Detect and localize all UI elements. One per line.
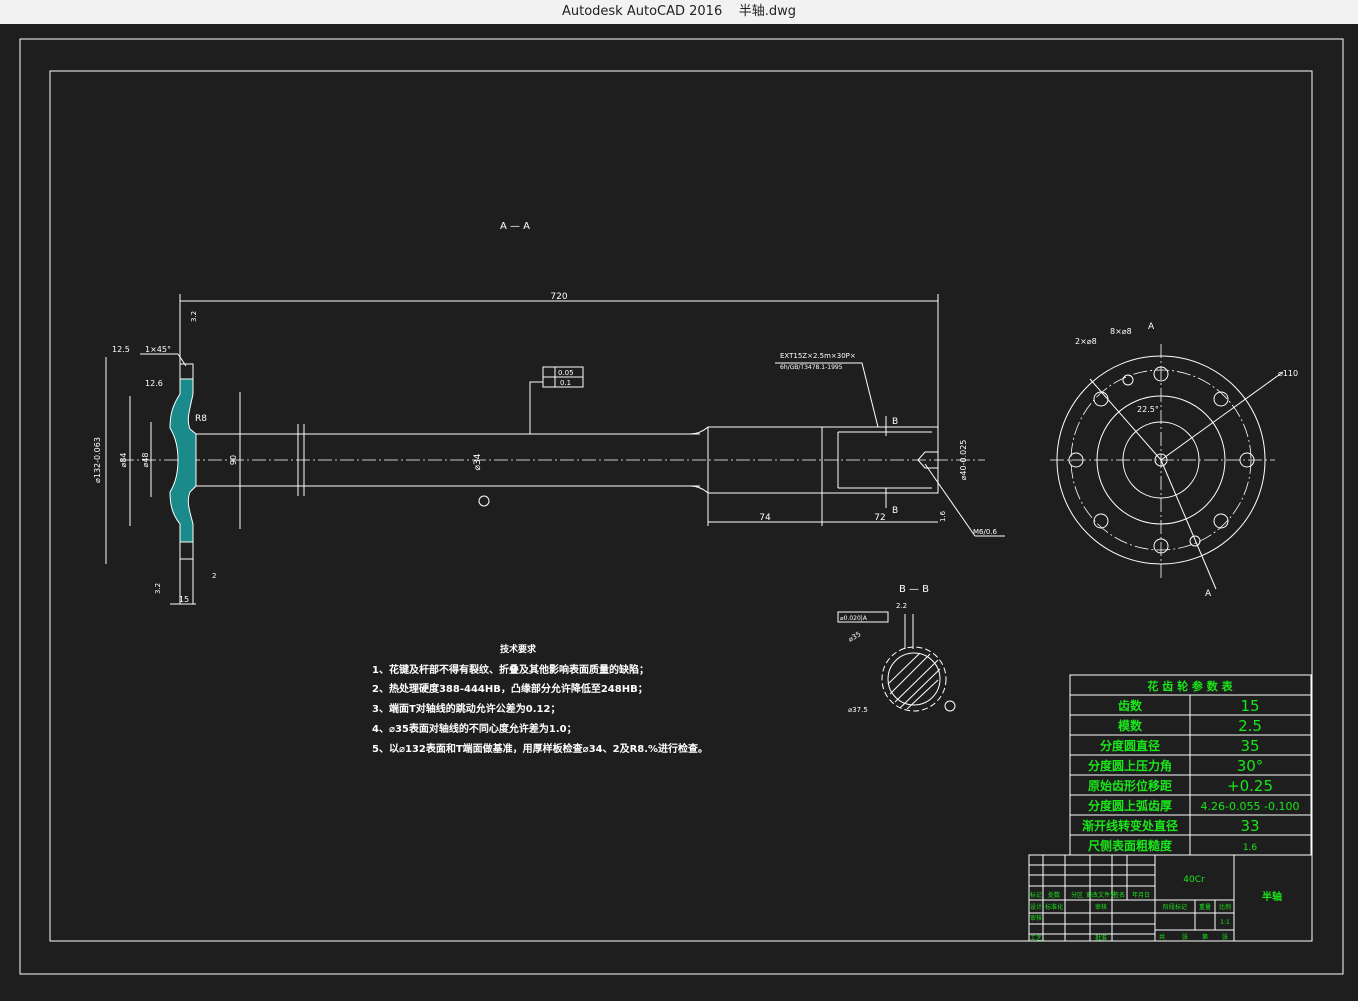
- shaft-main-view: [120, 363, 985, 604]
- row-value: 1.6: [1243, 843, 1258, 853]
- dim-angle: 22.5°: [1137, 405, 1159, 414]
- dim-d34: ⌀34: [473, 453, 483, 470]
- dim-720: 720: [550, 292, 567, 302]
- tb-label: 张: [1222, 933, 1228, 941]
- window-titlebar: Autodesk AutoCAD 2016 半轴.dwg: [0, 0, 1358, 24]
- flange-end-view: ⌀110 2×⌀8 8×⌀8 22.5° A A: [1050, 322, 1298, 599]
- rough-126: 12.6: [145, 379, 163, 388]
- tech-item-4: 4、⌀35表面对轴线的不同心度允许差为1.0；: [372, 722, 577, 735]
- tech-item-1: 1、花键及杆部不得有裂纹、折叠及其他影响表面质量的缺陷；: [372, 663, 649, 676]
- dim-d132: ⌀132-0.063: [93, 437, 102, 483]
- tb-label: 工艺: [1030, 934, 1042, 942]
- part-name: 半轴: [1262, 890, 1282, 903]
- tb-label: 年月日: [1132, 891, 1150, 899]
- row-label: 原始齿形位移距: [1088, 778, 1172, 793]
- tb-label: 共: [1159, 933, 1165, 941]
- tech-item-3: 3、端面T对轴线的跳动允许公差为0.12；: [372, 702, 560, 715]
- dim-74: 74: [759, 513, 771, 523]
- view-bb-label: B — B: [899, 584, 929, 595]
- row-value: 15: [1240, 697, 1259, 715]
- tb-label: 处数: [1048, 891, 1060, 899]
- tb-label: 审核: [1030, 914, 1042, 922]
- row-value: 2.5: [1238, 717, 1262, 735]
- dim-m6: M6/0.6: [973, 528, 998, 536]
- tol-1: 0.05: [558, 369, 574, 377]
- tb-label: 更改文件号: [1086, 891, 1116, 899]
- dim-d375: ⌀37.5: [848, 706, 868, 714]
- spline-circle: [881, 646, 947, 712]
- dim-22: 2.2: [896, 602, 907, 610]
- tech-item-2: 2、热处理硬度388-444HB，凸缘部分允许降低至248HB；: [372, 682, 648, 695]
- drawing-canvas[interactable]: A — A 720 ⌀34 ⌀40-0.025 74 72 ⌀132-0.063…: [0, 24, 1358, 997]
- dim-d110: ⌀110: [1278, 369, 1298, 378]
- row-value: +0.25: [1227, 777, 1273, 795]
- section-a-bottom: A: [1205, 589, 1212, 599]
- tech-requirements: 技术要求 1、花键及杆部不得有裂纹、折叠及其他影响表面质量的缺陷； 2、热处理硬…: [372, 643, 708, 755]
- dim-chamfer: 1×45°: [145, 345, 171, 354]
- material: 40Cr: [1183, 875, 1205, 885]
- tb-label: 标准化: [1045, 903, 1063, 911]
- dim-2xd8: 2×⌀8: [1075, 337, 1097, 346]
- section-bb: B — B ⌀0.020|A 2.2 ⌀35 ⌀37.5: [837, 584, 956, 714]
- drawing-svg[interactable]: A — A 720 ⌀34 ⌀40-0.025 74 72 ⌀132-0.063…: [0, 24, 1358, 997]
- rough-16: 1.6: [939, 510, 947, 522]
- tol-2: 0.1: [560, 379, 571, 387]
- dim-d48: ⌀48: [141, 453, 150, 468]
- tb-label: 批准: [1095, 934, 1107, 942]
- tb-label: 签名: [1113, 891, 1125, 899]
- rough-125: 12.5: [112, 345, 130, 354]
- dim-2: 2: [212, 572, 216, 580]
- dim-d84: ⌀84: [119, 453, 128, 468]
- row-label: 渐开线转变处直径: [1082, 818, 1178, 833]
- row-value: 30°: [1237, 757, 1264, 775]
- row-label: 尺侧表面粗糙度: [1088, 838, 1173, 853]
- dim-d35: ⌀35: [847, 630, 862, 643]
- tb-label: 标记: [1030, 891, 1042, 899]
- dim-72: 72: [874, 513, 885, 523]
- file-name: 半轴.dwg: [738, 4, 797, 19]
- section-a-top: A: [1148, 322, 1155, 332]
- dim-d40: ⌀40-0.025: [959, 440, 968, 481]
- section-b-bottom: B: [892, 506, 898, 516]
- spline-note-2: 6h/GB/T3478.1-1995: [780, 364, 843, 371]
- tb-label: 比例: [1219, 903, 1231, 911]
- tb-label: 重量: [1199, 903, 1211, 911]
- row-label: 分度圆上弧齿厚: [1088, 798, 1172, 813]
- spline-table-title: 花 齿 轮 参 数 表: [1147, 679, 1233, 693]
- dim-8xd8: 8×⌀8: [1110, 327, 1132, 336]
- dim-r8: R8: [195, 414, 207, 424]
- app-name: Autodesk AutoCAD 2016: [561, 4, 723, 19]
- outer-frame: [19, 38, 1344, 975]
- bb-tol-box: ⌀0.020|A: [840, 615, 868, 622]
- scale: 1:1: [1220, 919, 1230, 926]
- tb-label: 第: [1202, 933, 1208, 941]
- tb-label: 设计: [1030, 903, 1042, 911]
- row-label: 分度圆上压力角: [1088, 758, 1172, 773]
- title-block: 40Cr 半轴 1:1 标记 处数 分区 更改文件号 签名 年月日 设计 标准化…: [1028, 854, 1313, 942]
- spline-table: 花 齿 轮 参 数 表 齿数 15 模数 2.5 分度圆直径 35 分度圆上压力…: [1069, 674, 1312, 856]
- tb-label: 分区: [1071, 891, 1083, 899]
- rough-32: 3.2: [190, 311, 198, 322]
- tb-label: 审核: [1095, 903, 1107, 911]
- dim-90: 90: [229, 455, 238, 465]
- row-label: 齿数: [1118, 698, 1143, 713]
- dim-15: 15: [179, 595, 189, 604]
- tb-label: 张: [1182, 933, 1188, 941]
- tech-title: 技术要求: [500, 643, 537, 655]
- flange-hatch: [169, 378, 197, 543]
- row-label: 模数: [1118, 718, 1143, 733]
- spline-note-1: EXT15Z×2.5m×30P×: [780, 352, 856, 360]
- row-label: 分度圆直径: [1100, 738, 1160, 753]
- row-value: 33: [1240, 817, 1259, 835]
- rough-32b: 3.2: [154, 583, 162, 594]
- view-aa-label: A — A: [500, 221, 530, 232]
- tech-item-5: 5、以⌀132表面和T端面做基准，用厚样板检查⌀34、2及R8.%进行检查。: [372, 742, 708, 755]
- row-value: 35: [1240, 737, 1259, 755]
- main-dimensions: 720 ⌀34 ⌀40-0.025 74 72 ⌀132-0.063 ⌀84 ⌀…: [93, 292, 1005, 605]
- section-b-top: B: [892, 417, 898, 427]
- row-value: 4.26-0.055 -0.100: [1201, 800, 1300, 813]
- tb-label: 阶段标记: [1163, 903, 1187, 911]
